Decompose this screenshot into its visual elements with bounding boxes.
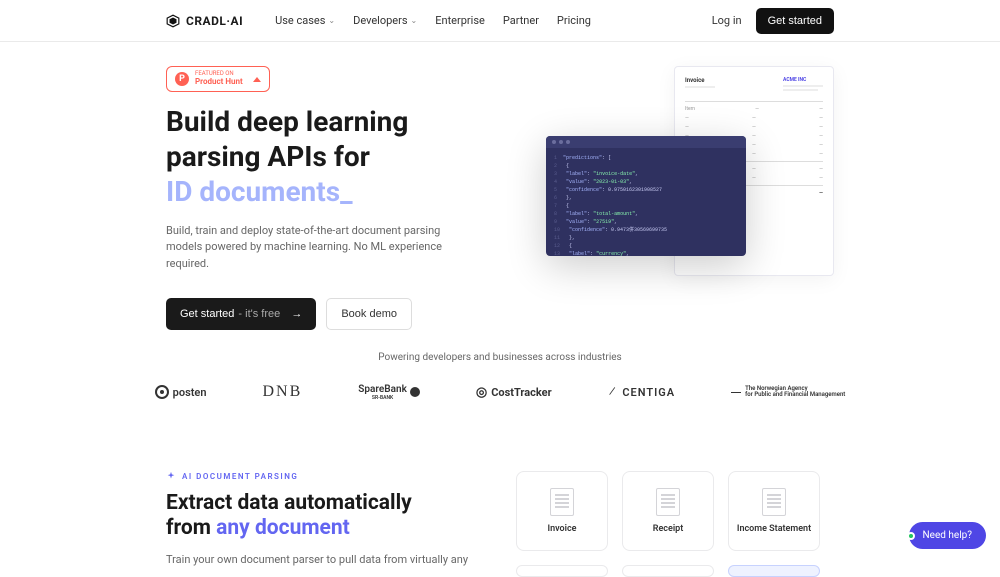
- costtracker-logo: ◎CostTracker: [476, 385, 552, 400]
- window-controls: [546, 136, 746, 148]
- document-icon: [550, 488, 574, 516]
- chevron-down-icon: ⌄: [328, 16, 335, 25]
- hero-cta: Get started - it's free → Book demo: [166, 298, 526, 330]
- nav-use-cases[interactable]: Use cases⌄: [275, 14, 335, 27]
- section-extract-title: Extract data automatically from any docu…: [166, 491, 476, 541]
- card-invoice[interactable]: Invoice: [516, 471, 608, 551]
- sparebank-logo: SpareBankSR-BANK: [358, 384, 420, 401]
- social-proof: Powering developers and businesses acros…: [0, 330, 1000, 431]
- header-right: Log in Get started: [712, 8, 834, 34]
- product-hunt-badge[interactable]: P FEATURED ON Product Hunt: [166, 66, 270, 91]
- hero-get-started-button[interactable]: Get started - it's free →: [166, 298, 316, 330]
- section-extract-subtitle: Train your own document parser to pull d…: [166, 552, 476, 569]
- logo-icon: [166, 14, 180, 28]
- card-receipt[interactable]: Receipt: [622, 471, 714, 551]
- code-body: 1"predictions": [2 {3 "label": "invoice-…: [546, 148, 746, 256]
- logo-text: CRADL·AI: [186, 14, 243, 28]
- posten-logo: posten: [155, 385, 207, 399]
- card-placeholder[interactable]: [622, 565, 714, 577]
- eyebrow: AI DOCUMENT PARSING: [166, 471, 476, 481]
- login-link[interactable]: Log in: [712, 14, 742, 27]
- header: CRADL·AI Use cases⌄ Developers⌄ Enterpri…: [0, 0, 1000, 42]
- arrow-right-icon: →: [291, 308, 302, 320]
- hero-illustration: Invoice ACME INC Item—— ——— ——— ——— ——— …: [546, 66, 834, 296]
- hero-title: Build deep learning parsing APIs for ID …: [166, 104, 526, 209]
- document-type-cards: Invoice Receipt Income Statement: [516, 471, 834, 577]
- upvote-icon: [253, 77, 261, 82]
- section-extract-text: AI DOCUMENT PARSING Extract data automat…: [166, 471, 476, 577]
- dnb-logo: DNB: [263, 383, 303, 401]
- document-icon: [656, 488, 680, 516]
- header-left: CRADL·AI Use cases⌄ Developers⌄ Enterpri…: [166, 14, 591, 28]
- social-proof-title: Powering developers and businesses acros…: [0, 352, 1000, 363]
- nav-partner[interactable]: Partner: [503, 14, 539, 27]
- nav-pricing[interactable]: Pricing: [557, 14, 591, 27]
- partner-logos: posten DNB SpareBankSR-BANK ◎CostTracker…: [0, 383, 1000, 401]
- nav-enterprise[interactable]: Enterprise: [435, 14, 485, 27]
- chevron-down-icon: ⌄: [411, 16, 418, 25]
- nav-developers[interactable]: Developers⌄: [353, 14, 417, 27]
- product-hunt-text: FEATURED ON Product Hunt: [195, 71, 243, 86]
- book-demo-button[interactable]: Book demo: [326, 298, 412, 330]
- centiga-logo: ⟋CENTIGA: [608, 385, 676, 399]
- hero-subtitle: Build, train and deploy state-of-the-art…: [166, 223, 456, 273]
- code-preview: 1"predictions": [2 {3 "label": "invoice-…: [546, 136, 746, 256]
- product-hunt-icon: P: [175, 72, 189, 86]
- hero-left: P FEATURED ON Product Hunt Build deep le…: [166, 66, 526, 330]
- card-income-statement[interactable]: Income Statement: [728, 471, 820, 551]
- norwegian-agency-logo: The Norwegian Agencyfor Public and Finan…: [731, 386, 845, 399]
- get-started-button[interactable]: Get started: [756, 8, 834, 34]
- document-icon: [762, 488, 786, 516]
- card-placeholder[interactable]: [516, 565, 608, 577]
- status-dot-icon: [907, 532, 915, 540]
- hero: P FEATURED ON Product Hunt Build deep le…: [0, 42, 1000, 330]
- section-extract: AI DOCUMENT PARSING Extract data automat…: [0, 431, 1000, 577]
- sparkle-icon: [166, 471, 176, 481]
- card-placeholder[interactable]: [728, 565, 820, 577]
- target-icon: ◎: [476, 385, 487, 400]
- logo[interactable]: CRADL·AI: [166, 14, 243, 28]
- nav: Use cases⌄ Developers⌄ Enterprise Partne…: [275, 14, 591, 27]
- help-widget[interactable]: Need help?: [909, 522, 986, 549]
